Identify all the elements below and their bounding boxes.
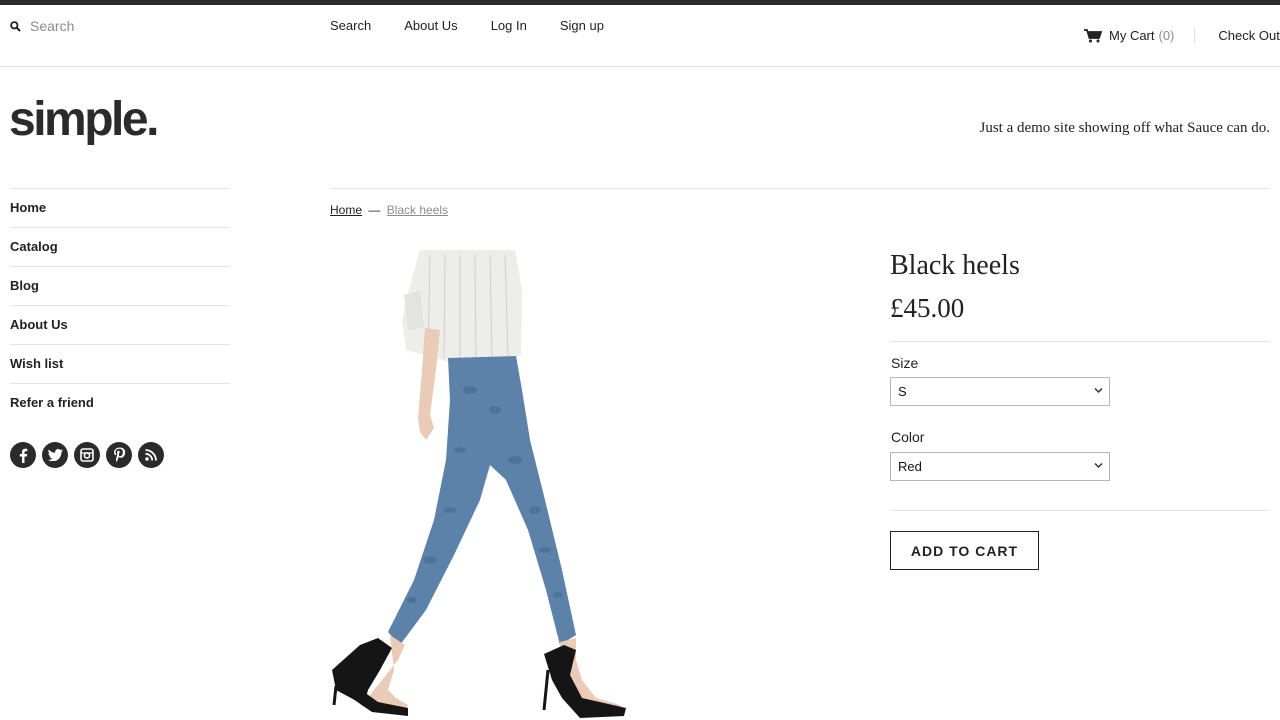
size-select-value: S [898, 384, 907, 399]
cart-icon [1084, 28, 1102, 42]
social-links [10, 442, 170, 468]
top-nav-sign-up[interactable]: Sign up [560, 18, 604, 33]
search-input[interactable] [30, 18, 230, 34]
top-nav-about-us[interactable]: About Us [404, 18, 457, 33]
content-top-divider [330, 188, 1270, 189]
product-title: Black heels [890, 250, 1020, 281]
cart-divider [1194, 28, 1196, 43]
top-nav-log-in[interactable]: Log In [491, 18, 527, 33]
site-tagline: Just a demo site showing off what Sauce … [979, 120, 1270, 136]
search-bar [10, 18, 230, 34]
cart-area: My Cart (0) Check Out [1084, 28, 1280, 43]
breadcrumb-separator: — [368, 203, 381, 217]
top-nav: Search About Us Log In Sign up [330, 18, 637, 33]
chevron-down-icon [1094, 387, 1103, 394]
sidebar-item-home[interactable]: Home [10, 188, 230, 227]
color-label: Color [891, 429, 925, 445]
sidebar-item-wish-list[interactable]: Wish list [10, 344, 230, 383]
chevron-down-icon [1094, 462, 1103, 469]
search-icon [10, 20, 21, 32]
cart-count: (0) [1158, 28, 1175, 43]
rss-icon[interactable] [138, 442, 164, 468]
cart-label: My Cart [1109, 28, 1155, 43]
product-price: £45.00 [890, 293, 965, 323]
check-out-link[interactable]: Check Out [1218, 28, 1279, 43]
sidebar-nav: Home Catalog Blog About Us Wish list Ref… [10, 188, 230, 422]
facebook-icon[interactable] [10, 442, 36, 468]
site-logo[interactable]: simple. [9, 96, 159, 144]
my-cart-link[interactable]: My Cart (0) [1084, 28, 1174, 43]
sidebar-item-blog[interactable]: Blog [10, 266, 230, 305]
size-label: Size [891, 355, 919, 371]
site-header: Search About Us Log In Sign up My Cart (… [0, 5, 1280, 67]
breadcrumb-current-link[interactable]: Black heels [387, 203, 448, 217]
top-nav-search[interactable]: Search [330, 18, 371, 33]
twitter-icon[interactable] [42, 442, 68, 468]
sidebar-item-refer-a-friend[interactable]: Refer a friend [10, 383, 230, 422]
sidebar-item-about-us[interactable]: About Us [10, 305, 230, 344]
product-divider-top [890, 341, 1270, 342]
instagram-icon[interactable] [74, 442, 100, 468]
size-select[interactable]: S [890, 377, 1110, 406]
sidebar-item-catalog[interactable]: Catalog [10, 227, 230, 266]
add-to-cart-button[interactable]: ADD TO CART [890, 531, 1039, 570]
pinterest-icon[interactable] [106, 442, 132, 468]
color-select[interactable]: Red [890, 452, 1110, 481]
product-divider-bottom [890, 510, 1270, 511]
breadcrumb: Home — Black heels [330, 203, 448, 217]
product-image[interactable] [330, 250, 630, 720]
color-select-value: Red [898, 459, 922, 474]
breadcrumb-home-link[interactable]: Home [330, 203, 362, 217]
